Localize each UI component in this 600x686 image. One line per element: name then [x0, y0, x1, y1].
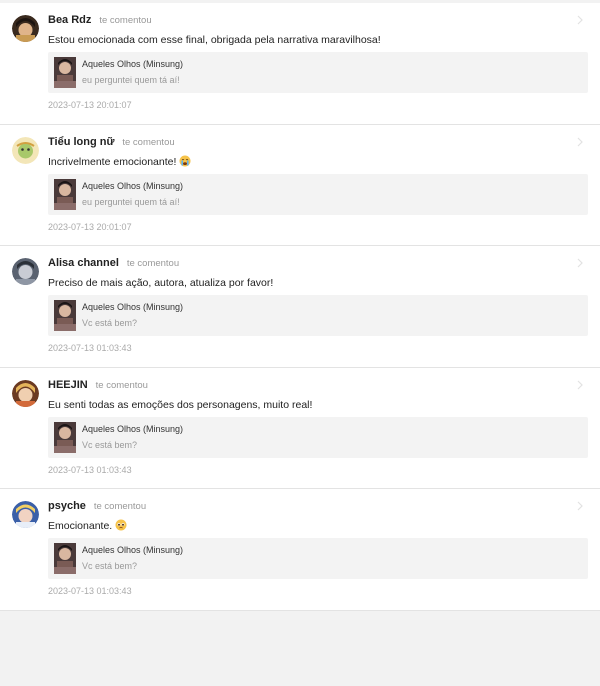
comment-timestamp: 2023-07-13 20:01:07: [48, 221, 132, 232]
avatar-blonde-icon: [12, 379, 39, 407]
comment-header: Bea Rdz te comentou: [48, 13, 152, 28]
referenced-chapter-card[interactable]: Aqueles Olhos (Minsung) Vc está bem?: [48, 295, 588, 336]
comment-timestamp: 2023-07-13 01:03:43: [48, 464, 132, 475]
comment-item[interactable]: HEEJIN te comentou Eu senti todas as emo…: [0, 368, 600, 489]
avatar-dark-hair-icon: [12, 15, 39, 42]
avatar[interactable]: [12, 15, 39, 42]
crying-face-emoji-icon: [179, 155, 191, 167]
author-name[interactable]: psyche: [48, 500, 86, 512]
referenced-chapter-card[interactable]: Aqueles Olhos (Minsung) eu perguntei que…: [48, 52, 588, 93]
avatar[interactable]: [12, 136, 39, 164]
ref-title: Aqueles Olhos (Minsung): [82, 423, 184, 434]
chevron-right-icon[interactable]: [574, 135, 586, 149]
comment-action: te comentou: [122, 136, 175, 148]
chevron-right-icon[interactable]: [574, 13, 586, 27]
chevron-right-icon[interactable]: [574, 256, 586, 270]
comment-action: te comentou: [99, 15, 152, 26]
comment-timestamp: 2023-07-13 01:03:43: [48, 343, 132, 353]
comment-item[interactable]: Tiểu long nữ te comentou Incrivelmente e…: [0, 125, 600, 246]
author-name[interactable]: HEEJIN: [48, 379, 88, 391]
comment-text: Eu senti todas as emoções dos personagen…: [48, 398, 313, 411]
ref-excerpt: Vc está bem?: [82, 439, 138, 450]
comment-text: Incrivelmente emocionante!: [48, 154, 191, 170]
ref-excerpt: Vc está bem?: [82, 561, 138, 571]
pleading-face-emoji-icon: [115, 519, 127, 531]
comment-item[interactable]: psyche te comentou Emocionante. Aqueles …: [0, 489, 600, 611]
comment-action: te comentou: [95, 379, 148, 391]
avatar[interactable]: [12, 379, 39, 407]
book-cover-thumbnail: [54, 300, 76, 331]
ref-excerpt: eu perguntei quem tá aí!: [82, 196, 180, 207]
avatar-blue-icon: [12, 501, 39, 528]
author-name[interactable]: Tiểu long nữ: [48, 136, 114, 148]
ref-excerpt: eu perguntei quem tá aí!: [82, 75, 180, 85]
comment-text: Preciso de mais ação, autora, atualiza p…: [48, 277, 274, 289]
ref-title: Aqueles Olhos (Minsung): [82, 180, 184, 191]
book-cover-thumbnail: [54, 543, 76, 574]
ref-title: Aqueles Olhos (Minsung): [82, 59, 184, 69]
book-cover-thumbnail: [54, 421, 76, 453]
referenced-chapter-card[interactable]: Aqueles Olhos (Minsung) Vc está bem?: [48, 538, 588, 579]
comment-header: Tiểu long nữ te comentou: [48, 135, 175, 150]
book-cover-thumbnail: [54, 57, 76, 88]
chevron-right-icon[interactable]: [574, 499, 586, 513]
comment-text: Emocionante.: [48, 518, 127, 534]
comment-header: psyche te comentou: [48, 499, 146, 514]
comment-action: te comentou: [93, 501, 147, 512]
referenced-chapter-card[interactable]: Aqueles Olhos (Minsung) Vc está bem?: [48, 416, 588, 458]
ref-excerpt: Vc está bem?: [82, 318, 138, 328]
comment-item[interactable]: Alisa channel te comentou Preciso de mai…: [0, 246, 600, 368]
author-name[interactable]: Alisa channel: [48, 257, 119, 269]
comment-action: te comentou: [126, 258, 180, 269]
comment-text: Estou emocionada com esse final, obrigad…: [48, 34, 381, 46]
avatar[interactable]: [12, 501, 39, 528]
avatar-grey-icon: [12, 258, 39, 285]
comment-list: Bea Rdz te comentou Estou emocionada com…: [0, 3, 600, 611]
ref-title: Aqueles Olhos (Minsung): [82, 545, 184, 555]
comment-header: Alisa channel te comentou: [48, 256, 179, 271]
book-cover-thumbnail: [54, 178, 76, 210]
ref-title: Aqueles Olhos (Minsung): [82, 302, 184, 312]
avatar-cartoon-icon: [12, 136, 39, 164]
chevron-right-icon[interactable]: [574, 378, 586, 392]
author-name[interactable]: Bea Rdz: [48, 14, 91, 26]
referenced-chapter-card[interactable]: Aqueles Olhos (Minsung) eu perguntei que…: [48, 173, 588, 215]
comment-timestamp: 2023-07-13 20:01:07: [48, 100, 132, 110]
comment-item[interactable]: Bea Rdz te comentou Estou emocionada com…: [0, 3, 600, 125]
comment-header: HEEJIN te comentou: [48, 378, 148, 393]
avatar[interactable]: [12, 258, 39, 285]
comment-timestamp: 2023-07-13 01:03:43: [48, 586, 132, 596]
